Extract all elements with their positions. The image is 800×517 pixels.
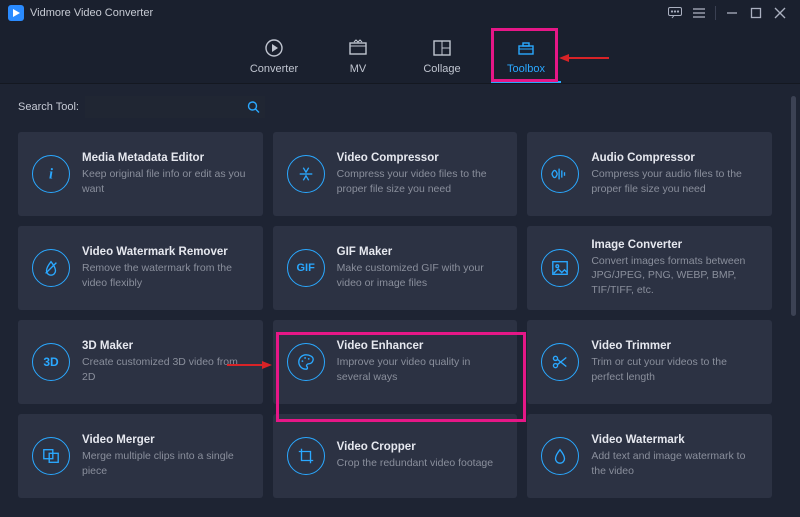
tool-desc: Convert images formats between JPG/JPEG,… bbox=[591, 254, 758, 297]
tool-desc: Remove the watermark from the video flex… bbox=[82, 261, 249, 289]
collage-icon bbox=[407, 37, 477, 59]
tool-title: Video Cropper bbox=[337, 441, 493, 453]
tool-card-video-compressor[interactable]: Video Compressor Compress your video file… bbox=[273, 132, 518, 216]
tool-title: Image Converter bbox=[591, 239, 758, 251]
droplet-slash-icon bbox=[32, 249, 70, 287]
menu-icon[interactable] bbox=[687, 1, 711, 25]
annotation-arrow-toolbox bbox=[559, 54, 609, 62]
palette-icon bbox=[287, 343, 325, 381]
tool-desc: Keep original file info or edit as you w… bbox=[82, 167, 249, 195]
tab-label: Toolbox bbox=[491, 63, 561, 75]
annotation-arrow-video-enhancer bbox=[227, 361, 272, 369]
tool-card-video-trimmer[interactable]: Video Trimmer Trim or cut your videos to … bbox=[527, 320, 772, 404]
tool-card-video-merger[interactable]: Video Merger Merge multiple clips into a … bbox=[18, 414, 263, 498]
tool-title: Video Watermark bbox=[591, 434, 758, 446]
search-label: Search Tool: bbox=[18, 101, 79, 113]
maximize-button[interactable] bbox=[744, 1, 768, 25]
tool-card-image-converter[interactable]: Image Converter Convert images formats be… bbox=[527, 226, 772, 310]
tab-label: Collage bbox=[407, 63, 477, 75]
tool-card-gif-maker[interactable]: GIF GIF Maker Make customized GIF with you… bbox=[273, 226, 518, 310]
top-nav: Converter MV Collage Toolbox bbox=[0, 26, 800, 84]
3d-icon: 3D bbox=[32, 343, 70, 381]
gif-icon: GIF bbox=[287, 249, 325, 287]
mv-icon bbox=[323, 37, 393, 59]
app-title: Vidmore Video Converter bbox=[30, 7, 153, 19]
tool-desc: Merge multiple clips into a single piece bbox=[82, 449, 249, 477]
tool-desc: Make customized GIF with your video or i… bbox=[337, 261, 504, 289]
tool-title: Video Compressor bbox=[337, 152, 504, 164]
info-icon: i bbox=[32, 155, 70, 193]
titlebar-divider bbox=[715, 6, 716, 20]
tool-title: Video Trimmer bbox=[591, 340, 758, 352]
tool-card-video-watermark-remover[interactable]: Video Watermark Remover Remove the waterm… bbox=[18, 226, 263, 310]
tool-card-video-enhancer[interactable]: Video Enhancer Improve your video quality… bbox=[273, 320, 518, 404]
titlebar: Vidmore Video Converter bbox=[0, 0, 800, 26]
tool-title: 3D Maker bbox=[82, 340, 249, 352]
image-icon bbox=[541, 249, 579, 287]
tool-desc: Compress your audio files to the proper … bbox=[591, 167, 758, 195]
converter-icon bbox=[239, 37, 309, 59]
tool-card-media-metadata-editor[interactable]: i Media Metadata Editor Keep original file… bbox=[18, 132, 263, 216]
scrollbar-thumb[interactable] bbox=[791, 96, 796, 316]
compress-a-icon bbox=[541, 155, 579, 193]
tool-card-video-watermark[interactable]: Video Watermark Add text and image waterm… bbox=[527, 414, 772, 498]
close-button[interactable] bbox=[768, 1, 792, 25]
tool-title: Video Merger bbox=[82, 434, 249, 446]
scissors-icon bbox=[541, 343, 579, 381]
toolbox-icon bbox=[491, 37, 561, 59]
tool-card-3d-maker[interactable]: 3D 3D Maker Create customized 3D video fro… bbox=[18, 320, 263, 404]
search-input[interactable] bbox=[85, 96, 265, 118]
tool-title: Audio Compressor bbox=[591, 152, 758, 164]
tool-desc: Add text and image watermark to the vide… bbox=[591, 449, 758, 477]
feedback-icon[interactable] bbox=[663, 1, 687, 25]
merge-icon bbox=[32, 437, 70, 475]
scrollbar[interactable] bbox=[791, 96, 796, 396]
tool-desc: Compress your video files to the proper … bbox=[337, 167, 504, 195]
tab-toolbox[interactable]: Toolbox bbox=[491, 37, 561, 83]
tool-card-video-cropper[interactable]: Video Cropper Crop the redundant video fo… bbox=[273, 414, 518, 498]
tool-title: GIF Maker bbox=[337, 246, 504, 258]
crop-icon bbox=[287, 437, 325, 475]
tab-mv[interactable]: MV bbox=[323, 37, 393, 83]
search-row: Search Tool: bbox=[18, 96, 782, 118]
tool-title: Media Metadata Editor bbox=[82, 152, 249, 164]
tool-grid: i Media Metadata Editor Keep original file… bbox=[18, 132, 782, 498]
tool-title: Video Watermark Remover bbox=[82, 246, 249, 258]
tool-desc: Crop the redundant video footage bbox=[337, 456, 493, 470]
compress-v-icon bbox=[287, 155, 325, 193]
app-logo-icon bbox=[8, 5, 24, 21]
tool-card-audio-compressor[interactable]: Audio Compressor Compress your audio file… bbox=[527, 132, 772, 216]
tab-collage[interactable]: Collage bbox=[407, 37, 477, 83]
tool-desc: Create customized 3D video from 2D bbox=[82, 355, 249, 383]
tool-desc: Improve your video quality in several wa… bbox=[337, 355, 504, 383]
tool-desc: Trim or cut your videos to the perfect l… bbox=[591, 355, 758, 383]
svg-text:i: i bbox=[49, 167, 53, 183]
tool-title: Video Enhancer bbox=[337, 340, 504, 352]
tab-label: MV bbox=[323, 63, 393, 75]
droplet-icon bbox=[541, 437, 579, 475]
tab-label: Converter bbox=[239, 63, 309, 75]
tab-converter[interactable]: Converter bbox=[239, 37, 309, 83]
app-window: Vidmore Video Converter Converter bbox=[0, 0, 800, 517]
minimize-button[interactable] bbox=[720, 1, 744, 25]
content-area: Search Tool: i Media Metadata Editor Keep … bbox=[0, 84, 800, 517]
